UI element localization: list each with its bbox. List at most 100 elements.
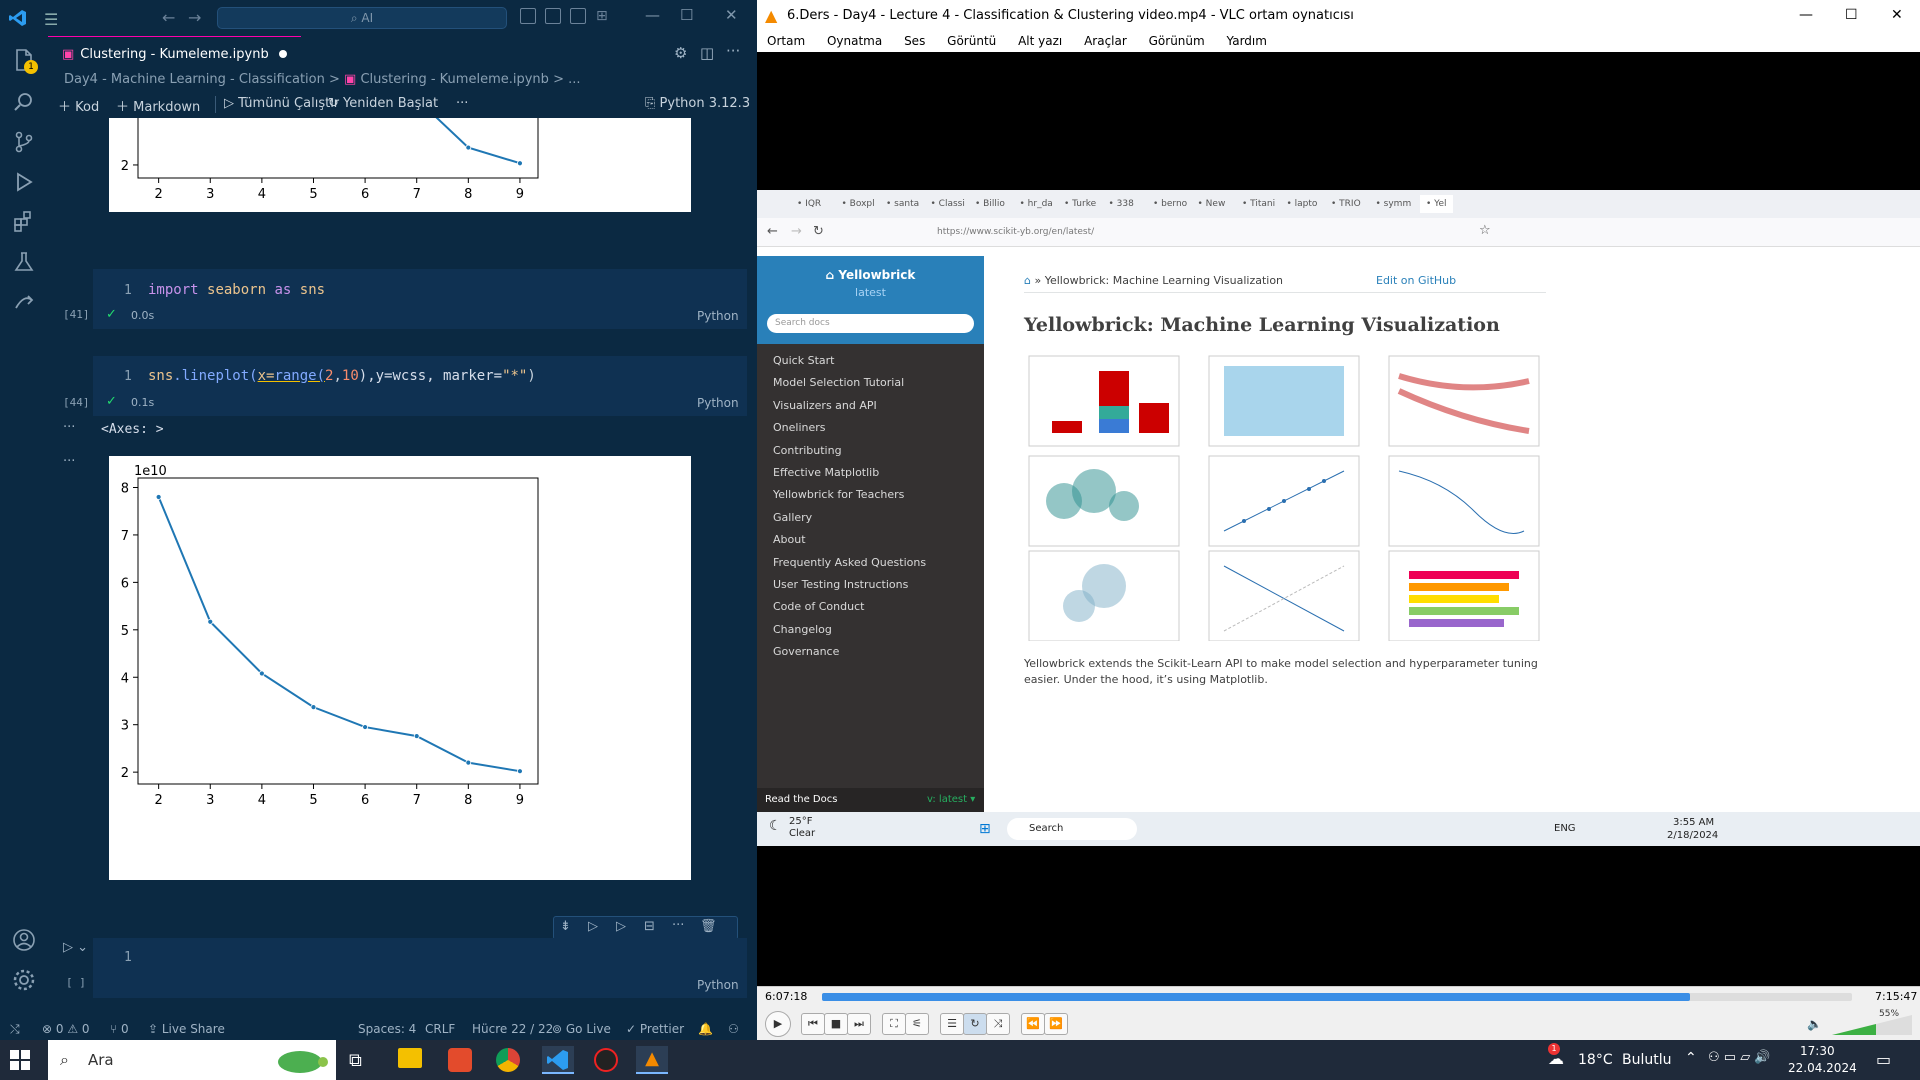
- vscode-taskbar-icon[interactable]: [542, 1046, 574, 1074]
- volume-slider[interactable]: [1832, 1015, 1912, 1035]
- tab-clustering-notebook[interactable]: ▣ Clustering - Kumeleme.ipynb: [48, 36, 301, 71]
- breadcrumb-more[interactable]: > ...: [553, 72, 580, 87]
- run-debug-icon[interactable]: [10, 168, 38, 196]
- cell-indicator[interactable]: Hücre 22 / 22: [472, 1018, 553, 1040]
- close-icon[interactable]: ✕: [1891, 0, 1903, 31]
- minimize-icon[interactable]: —: [1799, 0, 1813, 31]
- next-button[interactable]: ⏭: [847, 1013, 871, 1035]
- problems-indicator[interactable]: ⊗ 0 ⚠ 0: [42, 1018, 90, 1040]
- previous-button[interactable]: ⏮: [801, 1013, 825, 1035]
- source-control-icon[interactable]: [10, 128, 38, 156]
- notebook-settings-icon[interactable]: ⚙: [674, 44, 687, 62]
- video-area[interactable]: • IQR • Boxpl • santa • Classi • Billio • hr_…: [757, 190, 1920, 846]
- play-button[interactable]: ▶: [765, 1011, 791, 1037]
- speaker-icon[interactable]: 🔈: [1807, 1017, 1822, 1031]
- settings-gear-icon[interactable]: [10, 966, 38, 994]
- cell-language[interactable]: Python: [697, 309, 739, 323]
- ports-indicator[interactable]: ⑂ 0: [110, 1018, 129, 1040]
- remote-explorer-icon[interactable]: [10, 288, 38, 316]
- remote-icon[interactable]: ⤭: [10, 1018, 20, 1040]
- notifications-bell-icon[interactable]: 🔔: [698, 1018, 713, 1040]
- eol-indicator[interactable]: CRLF: [425, 1018, 455, 1040]
- layout-icon[interactable]: ⊞: [596, 8, 608, 24]
- add-markdown-button[interactable]: ＋ Markdown: [116, 96, 200, 115]
- forward-icon[interactable]: →: [188, 8, 201, 27]
- maximize-icon[interactable]: ☐: [680, 6, 693, 24]
- extensions-icon[interactable]: [10, 208, 38, 236]
- weather-temp[interactable]: 18°C: [1578, 1052, 1613, 1068]
- menu-help[interactable]: Yardım: [1227, 34, 1267, 48]
- chrome-icon[interactable]: [496, 1048, 520, 1072]
- code-line[interactable]: sns.lineplot(x=range(2,10),y=wcss, marke…: [148, 368, 536, 384]
- task-view-icon[interactable]: ⧉: [349, 1050, 362, 1071]
- go-live-button[interactable]: ⊚ Go Live: [552, 1018, 611, 1040]
- loop-button[interactable]: ↻: [963, 1013, 987, 1035]
- back-icon[interactable]: ←: [162, 8, 175, 27]
- menu-playback[interactable]: Oynatma: [827, 34, 882, 48]
- run-all-button[interactable]: ▷ Tümünü Çalıştır: [224, 96, 339, 111]
- menu-video[interactable]: Görüntü: [947, 34, 996, 48]
- account-icon[interactable]: [10, 926, 38, 954]
- frame-forward-button[interactable]: ⏩: [1044, 1013, 1068, 1035]
- app-icon[interactable]: [594, 1048, 618, 1072]
- fullscreen-button[interactable]: ⛶: [882, 1013, 906, 1035]
- testing-icon[interactable]: [10, 248, 38, 276]
- minimize-icon[interactable]: —: [645, 6, 660, 24]
- tray-icons[interactable]: ⚇ ▭ ▱ 🔊: [1708, 1050, 1771, 1065]
- code-cell[interactable]: 1 import seaborn as sns ✓ 0.0s Python: [93, 269, 747, 329]
- run-below-icon[interactable]: ▷: [616, 919, 626, 934]
- file-explorer-icon[interactable]: [398, 1048, 422, 1068]
- menu-icon[interactable]: ☰: [44, 10, 58, 29]
- code-cell[interactable]: 1 sns.lineplot(x=range(2,10),y=wcss, mar…: [93, 356, 747, 416]
- seek-bar[interactable]: [822, 993, 1852, 1001]
- live-share-button[interactable]: ⇪ Live Share: [148, 1018, 225, 1040]
- frame-back-button[interactable]: ⏪: [1021, 1013, 1045, 1035]
- menu-media[interactable]: Ortam: [767, 34, 805, 48]
- stop-button[interactable]: ■: [824, 1013, 848, 1035]
- split-cell-icon[interactable]: ⊟: [644, 919, 655, 934]
- menu-audio[interactable]: Ses: [904, 34, 925, 48]
- breadcrumb-folder[interactable]: Day4 - Machine Learning - Classification: [64, 72, 325, 87]
- prettier-button[interactable]: ✓ Prettier: [626, 1018, 684, 1040]
- vlc-taskbar-icon[interactable]: ▲: [636, 1046, 668, 1074]
- explorer-icon[interactable]: 1: [10, 46, 38, 74]
- output-more-icon[interactable]: ···: [63, 454, 75, 469]
- indentation-indicator[interactable]: Spaces: 4: [358, 1018, 416, 1040]
- menu-subtitle[interactable]: Alt yazı: [1018, 34, 1062, 48]
- run-cell-button[interactable]: ▷ ⌄: [63, 940, 88, 955]
- more-actions-icon[interactable]: ···: [726, 42, 740, 60]
- shuffle-button[interactable]: ⤨: [986, 1013, 1010, 1035]
- copilot-icon[interactable]: ⚇: [728, 1018, 739, 1040]
- run-above-icon[interactable]: ⇟: [560, 919, 571, 934]
- command-search-input[interactable]: ⌕ AI: [217, 7, 507, 29]
- playlist-button[interactable]: ☰: [940, 1013, 964, 1035]
- maximize-icon[interactable]: ☐: [1845, 0, 1858, 31]
- toggle-panel-icon[interactable]: [545, 8, 561, 24]
- code-cell[interactable]: 1 Python: [93, 938, 747, 998]
- cell-more-icon[interactable]: ···: [672, 918, 684, 933]
- cell-language[interactable]: Python: [697, 978, 739, 992]
- wps-office-icon[interactable]: [448, 1048, 472, 1072]
- close-icon[interactable]: ✕: [725, 6, 738, 24]
- toolbar-more-button[interactable]: ···: [456, 96, 468, 111]
- weather-condition[interactable]: Bulutlu: [1622, 1052, 1672, 1068]
- toggle-sidebar-icon[interactable]: [520, 8, 536, 24]
- code-line[interactable]: import seaborn as sns: [148, 282, 325, 298]
- add-code-button[interactable]: ＋ Kod: [58, 96, 99, 115]
- notification-center-icon[interactable]: ▭: [1876, 1050, 1891, 1069]
- cell-language[interactable]: Python: [697, 396, 739, 410]
- taskbar-search-box[interactable]: ⌕ Ara: [48, 1040, 336, 1080]
- time-elapsed[interactable]: 6:07:18: [765, 990, 807, 1003]
- windows-start-icon[interactable]: [10, 1050, 30, 1070]
- delete-cell-icon[interactable]: 🗑: [700, 919, 717, 934]
- chevron-up-icon[interactable]: ⌃: [1685, 1050, 1697, 1066]
- clock-time[interactable]: 17:30: [1800, 1044, 1835, 1058]
- split-editor-icon[interactable]: ◫: [700, 44, 714, 62]
- menu-view[interactable]: Görünüm: [1149, 34, 1205, 48]
- extended-settings-button[interactable]: ⚟: [905, 1013, 929, 1035]
- clock-date[interactable]: 22.04.2024: [1788, 1061, 1857, 1075]
- run-cell-icon[interactable]: ▷: [588, 919, 598, 934]
- menu-tools[interactable]: Araçlar: [1084, 34, 1127, 48]
- kernel-picker[interactable]: ⎘ Python 3.12.3: [645, 96, 750, 111]
- breadcrumb-file[interactable]: Clustering - Kumeleme.ipynb: [360, 72, 548, 87]
